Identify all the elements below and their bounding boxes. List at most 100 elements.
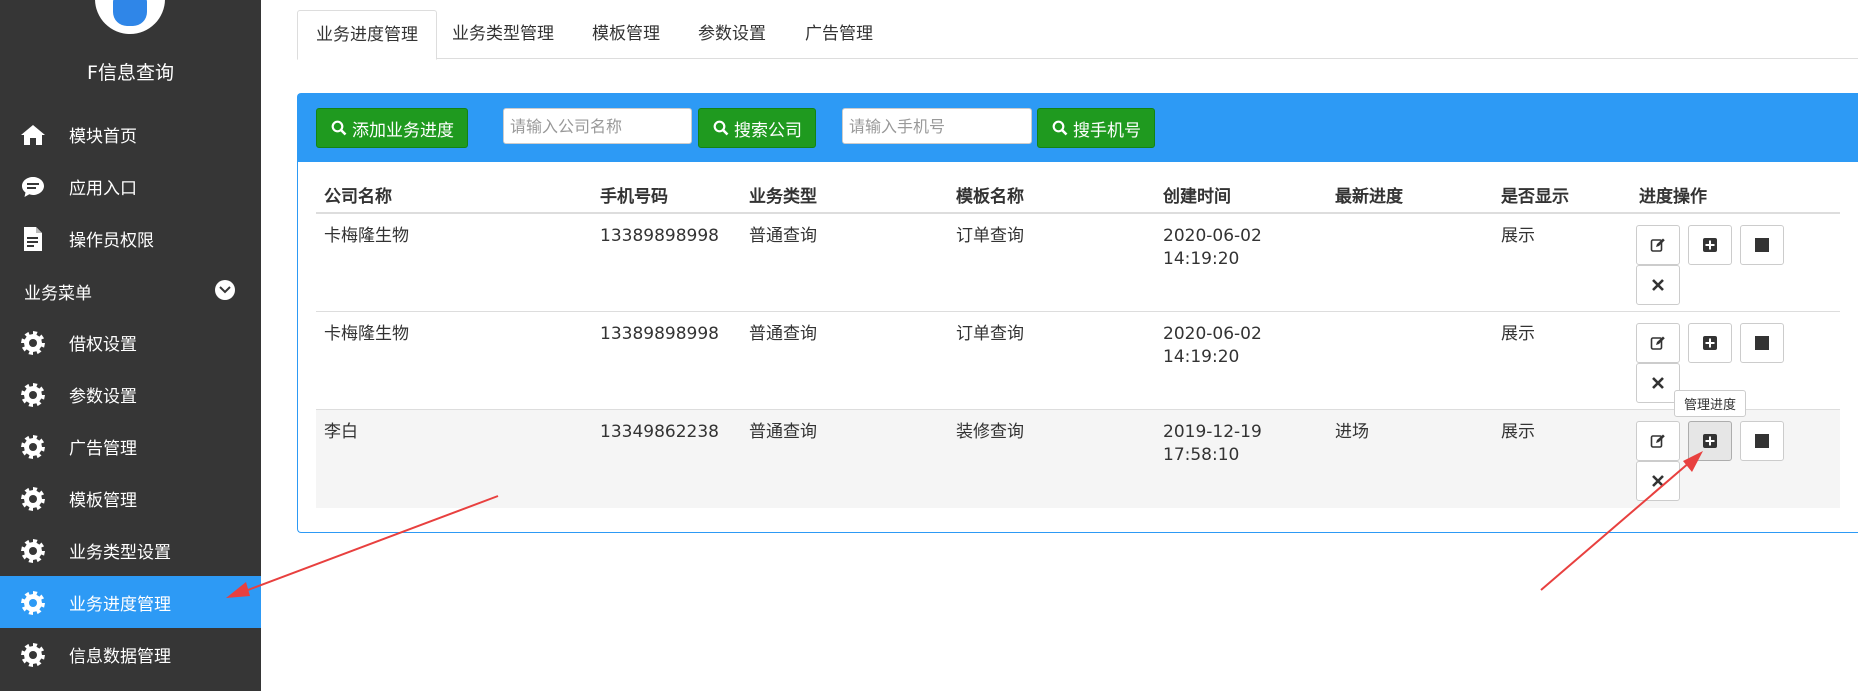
- sidebar-item-business-type-settings[interactable]: 业务类型设置: [0, 524, 261, 576]
- sidebar-item-label: 借权设置: [69, 334, 137, 355]
- edit-icon: [1650, 434, 1665, 448]
- header-phone: 手机号码: [600, 187, 668, 207]
- sidebar-item-label: 操作员权限: [69, 230, 154, 251]
- sidebar-item-label: 应用入口: [69, 178, 137, 199]
- brand-title: F信息查询: [87, 62, 174, 84]
- stop-button[interactable]: [1740, 323, 1784, 363]
- table-row: 李白 13349862238 普通查询 装修查询 2019-12-19 17:58…: [316, 410, 1840, 508]
- sidebar-item-borrow-settings[interactable]: 借权设置: [0, 316, 261, 368]
- header-type: 业务类型: [749, 187, 817, 207]
- cell-display: 展示: [1501, 324, 1535, 344]
- edit-icon: [1650, 238, 1665, 252]
- gear-icon: [20, 486, 46, 512]
- cell-type: 普通查询: [749, 422, 817, 442]
- progress-panel: 添加业务进度 搜索公司 搜手机号 公司名称 手机号码 业务类型 模板名称 创建时…: [297, 93, 1858, 533]
- cell-type: 普通查询: [749, 226, 817, 246]
- search-phone-button[interactable]: 搜手机号: [1037, 108, 1155, 148]
- gear-icon: [20, 330, 46, 356]
- close-icon: [1652, 377, 1664, 389]
- sidebar-item-business-progress[interactable]: 业务进度管理: [0, 576, 261, 628]
- document-icon: [20, 226, 46, 252]
- tab-business-type[interactable]: 业务类型管理: [434, 10, 572, 59]
- cell-type: 普通查询: [749, 324, 817, 344]
- logo: [95, 0, 165, 34]
- phone-search-input[interactable]: [842, 108, 1032, 144]
- tab-template[interactable]: 模板管理: [574, 10, 678, 59]
- header-latest-progress: 最新进度: [1335, 187, 1403, 207]
- manage-progress-tooltip: 管理进度: [1674, 390, 1747, 417]
- sidebar-item-label: 模板管理: [69, 490, 137, 511]
- cell-display: 展示: [1501, 226, 1535, 246]
- sidebar: F信息查询 模块首页 应用入口 操作员权限 业务菜单 借权设置 参数设置 广告管…: [0, 0, 261, 691]
- cell-date: 2019-12-19: [1163, 422, 1262, 442]
- header-display: 是否显示: [1501, 187, 1569, 207]
- header-template: 模板名称: [956, 187, 1024, 207]
- sidebar-item-template-management[interactable]: 模板管理: [0, 472, 261, 524]
- table-header: 公司名称 手机号码 业务类型 模板名称 创建时间 最新进度 是否显示 进度操作: [316, 182, 1840, 214]
- edit-icon: [1650, 336, 1665, 350]
- plus-square-icon: [1703, 336, 1717, 350]
- home-icon: [20, 122, 46, 148]
- cell-latest-progress: 进场: [1335, 422, 1369, 442]
- close-icon: [1652, 279, 1664, 291]
- header-operations: 进度操作: [1639, 187, 1707, 207]
- stop-icon: [1755, 238, 1769, 252]
- header-company: 公司名称: [324, 187, 392, 207]
- sidebar-item-operator-permission[interactable]: 操作员权限: [0, 212, 261, 264]
- edit-button[interactable]: [1636, 225, 1680, 265]
- sidebar-item-label: 业务类型设置: [69, 542, 171, 563]
- cell-template: 订单查询: [956, 226, 1024, 246]
- plus-square-icon: [1703, 434, 1717, 448]
- panel-toolbar: 添加业务进度 搜索公司 搜手机号: [298, 94, 1858, 162]
- search-icon: [331, 120, 347, 136]
- edit-button[interactable]: [1636, 421, 1680, 461]
- header-created: 创建时间: [1163, 187, 1231, 207]
- sidebar-item-label: 信息数据管理: [69, 646, 171, 667]
- sidebar-group-business-menu[interactable]: 业务菜单: [0, 264, 261, 316]
- delete-button[interactable]: [1636, 461, 1680, 501]
- company-search-input[interactable]: [503, 108, 692, 144]
- cell-phone: 13349862238: [600, 422, 719, 442]
- close-icon: [1652, 475, 1664, 487]
- manage-progress-button[interactable]: [1688, 225, 1732, 265]
- sidebar-item-label: 参数设置: [69, 386, 137, 407]
- add-progress-label: 添加业务进度: [352, 120, 454, 141]
- cell-company: 卡梅隆生物: [324, 226, 409, 246]
- cell-date: 2020-06-02: [1163, 226, 1262, 246]
- sidebar-item-label: 模块首页: [69, 126, 137, 147]
- sidebar-item-ad-management[interactable]: 广告管理: [0, 420, 261, 472]
- tab-business-progress[interactable]: 业务进度管理: [297, 10, 437, 60]
- gear-icon: [20, 642, 46, 668]
- search-company-button[interactable]: 搜索公司: [698, 108, 816, 148]
- gear-icon: [20, 590, 46, 616]
- manage-progress-button[interactable]: [1688, 323, 1732, 363]
- cell-display: 展示: [1501, 422, 1535, 442]
- sidebar-item-label: 业务进度管理: [69, 594, 171, 615]
- add-progress-button[interactable]: 添加业务进度: [316, 108, 468, 148]
- sidebar-item-parameter-settings[interactable]: 参数设置: [0, 368, 261, 420]
- table-row: 卡梅隆生物 13389898998 普通查询 订单查询 2020-06-02 14…: [316, 312, 1840, 410]
- stop-icon: [1755, 336, 1769, 350]
- cell-template: 订单查询: [956, 324, 1024, 344]
- cell-created: 2020-06-02 14:19:20: [1163, 323, 1262, 369]
- sidebar-item-label: 广告管理: [69, 438, 137, 459]
- search-phone-label: 搜手机号: [1073, 120, 1141, 141]
- tab-bar: 业务进度管理 业务类型管理 模板管理 参数设置 广告管理: [297, 10, 1858, 60]
- chevron-down-icon[interactable]: [215, 280, 235, 300]
- edit-button[interactable]: [1636, 323, 1680, 363]
- stop-button[interactable]: [1740, 225, 1784, 265]
- manage-progress-button[interactable]: [1688, 421, 1732, 461]
- table-row: 卡梅隆生物 13389898998 普通查询 订单查询 2020-06-02 14…: [316, 214, 1840, 312]
- sidebar-item-home[interactable]: 模块首页: [0, 108, 261, 160]
- delete-button[interactable]: [1636, 265, 1680, 305]
- gear-icon: [20, 538, 46, 564]
- tab-parameters[interactable]: 参数设置: [680, 10, 784, 59]
- sidebar-item-info-data[interactable]: 信息数据管理: [0, 628, 261, 680]
- stop-button[interactable]: [1740, 421, 1784, 461]
- cell-company: 李白: [324, 422, 358, 442]
- gear-icon: [20, 434, 46, 460]
- tab-ads[interactable]: 广告管理: [787, 10, 891, 59]
- sidebar-item-app-entry[interactable]: 应用入口: [0, 160, 261, 212]
- progress-table: 公司名称 手机号码 业务类型 模板名称 创建时间 最新进度 是否显示 进度操作 …: [316, 182, 1840, 508]
- stop-icon: [1755, 434, 1769, 448]
